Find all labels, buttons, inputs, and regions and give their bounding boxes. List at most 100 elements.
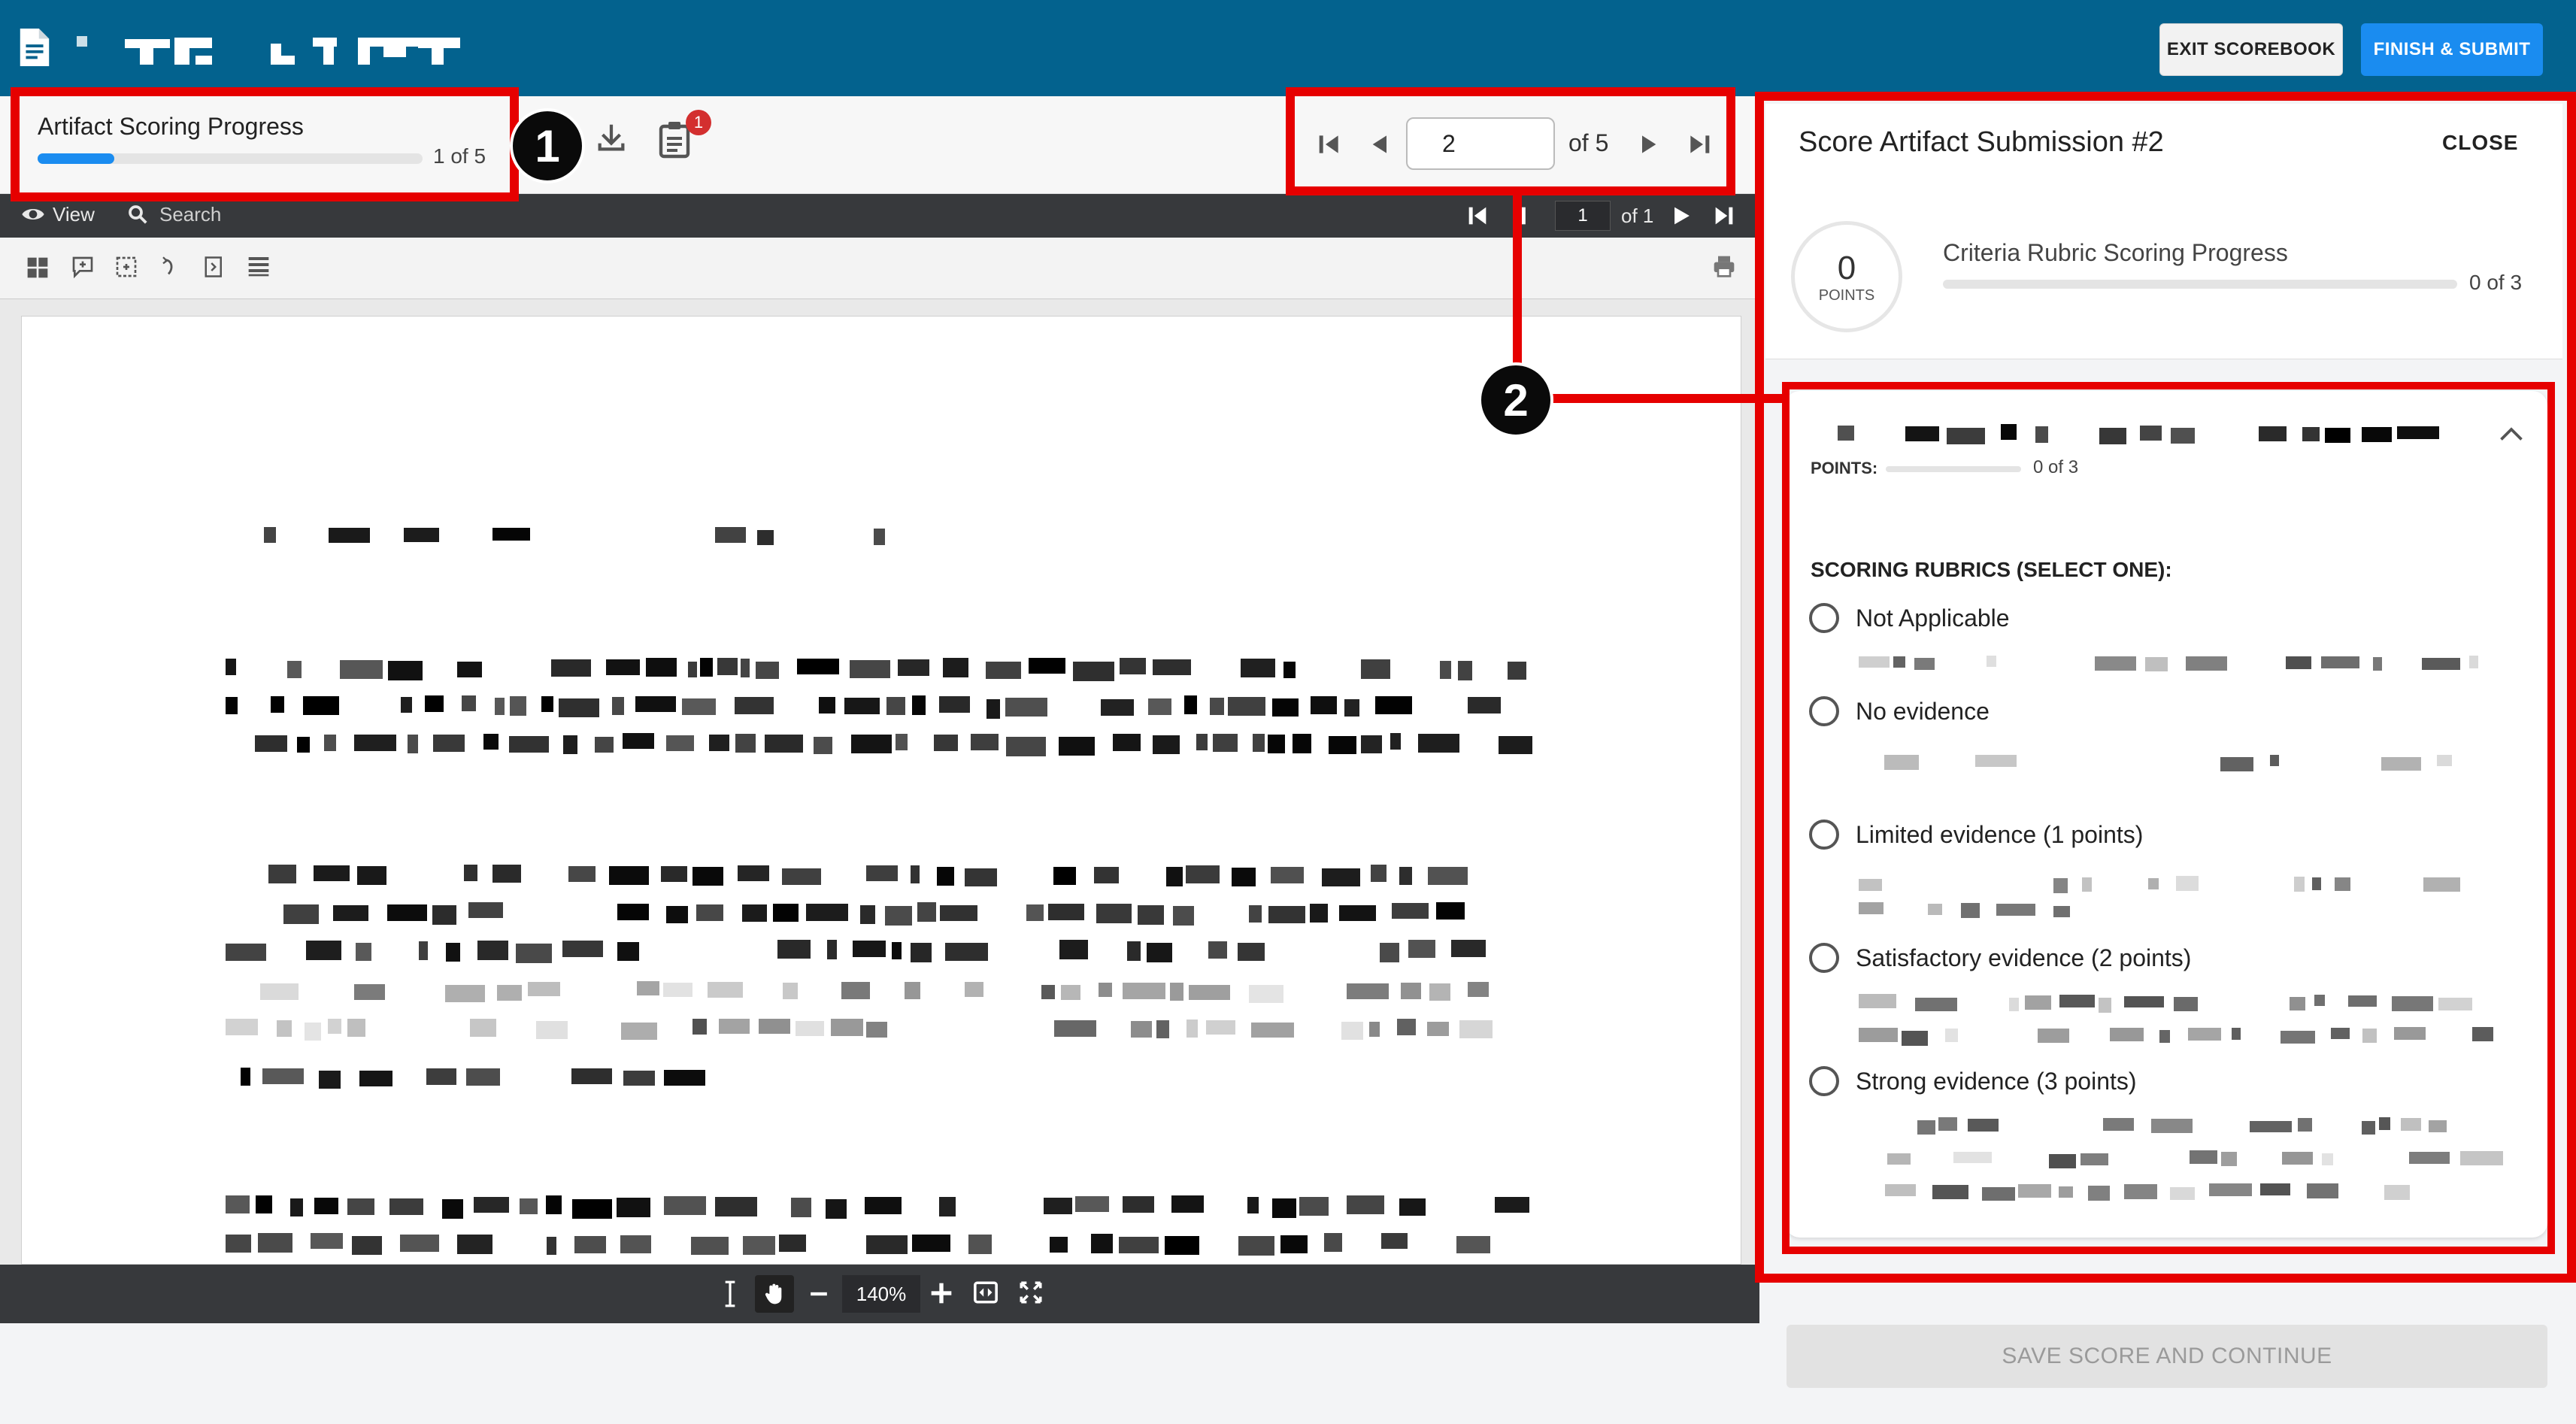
redacted-word — [765, 735, 803, 753]
redacted-word — [682, 698, 716, 715]
redacted-word — [306, 941, 341, 960]
save-score-button[interactable]: SAVE SCORE AND CONTINUE — [1787, 1325, 2547, 1388]
redacted-word — [1427, 1022, 1449, 1036]
redacted-word — [1418, 734, 1459, 753]
redacted-word — [277, 1020, 292, 1037]
redacted-word — [709, 735, 729, 751]
redacted-word — [851, 735, 892, 753]
redacted-word — [1041, 985, 1055, 999]
redacted-word — [510, 696, 526, 716]
zoom-level[interactable]: 140% — [842, 1275, 920, 1313]
text-select-icon[interactable] — [720, 1280, 740, 1308]
redacted-word — [1053, 867, 1076, 885]
pan-tool-button[interactable] — [755, 1275, 794, 1313]
redacted-word — [773, 904, 799, 922]
redacted-word — [663, 983, 692, 997]
redacted-word — [1251, 1023, 1294, 1038]
redacted-word — [226, 1019, 258, 1035]
redacted-word — [1232, 868, 1256, 886]
redacted-word — [303, 696, 339, 715]
redacted-word — [1361, 659, 1390, 679]
redacted-word — [971, 734, 999, 750]
redacted-word — [595, 737, 614, 753]
redacted-word — [1293, 734, 1311, 753]
redacted-word — [911, 943, 932, 962]
redacted-word — [226, 1235, 251, 1253]
redacted-word — [457, 1235, 492, 1254]
redacted-word — [1324, 1233, 1342, 1252]
redacted-word — [328, 1019, 341, 1034]
redacted-word — [666, 735, 694, 751]
redacted-word — [1059, 737, 1095, 756]
callout-1: 1 — [510, 108, 585, 183]
redacted-word — [357, 866, 386, 885]
redacted-word — [551, 659, 591, 677]
redacted-word — [743, 1236, 775, 1255]
redacted-word — [1253, 734, 1265, 752]
redacted-word — [874, 529, 885, 545]
redacted-word — [1156, 1020, 1169, 1038]
redacted-word — [664, 1070, 705, 1086]
redacted-word — [547, 1237, 556, 1255]
redacted-word — [1459, 1020, 1493, 1038]
redacted-word — [860, 905, 875, 924]
redacted-word — [1381, 1233, 1408, 1249]
redacted-word — [700, 658, 713, 677]
redacted-word — [866, 1235, 908, 1254]
fit-width-icon[interactable] — [973, 1280, 999, 1305]
finish-submit-button[interactable]: FINISH & SUBMIT — [2361, 23, 2543, 76]
redacted-word — [1153, 735, 1180, 754]
redacted-word — [609, 866, 649, 885]
redacted-word — [354, 735, 396, 751]
redacted-word — [917, 902, 936, 922]
redacted-word — [791, 1198, 811, 1217]
redacted-word — [692, 867, 723, 886]
redacted-word — [1096, 904, 1132, 923]
zoom-in-icon[interactable] — [929, 1281, 953, 1305]
redacted-word — [1006, 737, 1046, 756]
redacted-word — [1094, 867, 1119, 883]
redacted-word — [1241, 659, 1275, 677]
redacted-word — [1249, 985, 1283, 1003]
hand-icon — [765, 1283, 782, 1304]
redacted-word — [943, 658, 968, 677]
redacted-word — [1436, 902, 1465, 920]
zoom-out-icon[interactable] — [808, 1284, 830, 1304]
redacted-word — [1456, 1236, 1490, 1253]
redacted-word — [319, 1071, 341, 1089]
annotation-connector-horizontal — [1513, 394, 1785, 403]
redacted-word — [483, 734, 499, 750]
redacted-word — [940, 905, 977, 921]
redacted-word — [571, 1068, 612, 1084]
redacted-word — [783, 983, 798, 999]
exit-scorebook-button[interactable]: EXIT SCOREBOOK — [2159, 23, 2343, 76]
redacted-word — [1399, 1198, 1426, 1216]
redacted-word — [606, 659, 640, 675]
redacted-word — [271, 696, 284, 713]
redacted-word — [287, 661, 302, 678]
redacted-word — [283, 904, 319, 924]
redacted-word — [1153, 659, 1191, 675]
redacted-word — [356, 943, 371, 961]
redacted-word — [646, 658, 677, 677]
redacted-word — [241, 1068, 250, 1086]
redacted-word — [474, 1197, 509, 1213]
redacted-word — [965, 982, 983, 997]
redacted-word — [796, 1021, 824, 1036]
redacted-word — [1091, 1234, 1113, 1253]
redacted-word — [1119, 1237, 1159, 1253]
redacted-word — [574, 1236, 606, 1253]
redacted-word — [688, 662, 697, 677]
redacted-word — [1026, 904, 1044, 921]
redacted-word — [466, 1068, 500, 1086]
fullscreen-icon[interactable] — [1018, 1280, 1044, 1305]
redacted-word — [1166, 867, 1183, 886]
redacted-word — [1401, 983, 1421, 999]
redacted-word — [546, 1195, 562, 1214]
redacted-word — [432, 905, 456, 925]
redacted-word — [1101, 699, 1134, 716]
redacted-word — [1186, 1020, 1198, 1038]
redacted-word — [1499, 736, 1532, 754]
redacted-word — [492, 528, 530, 541]
redacted-word — [446, 943, 460, 962]
